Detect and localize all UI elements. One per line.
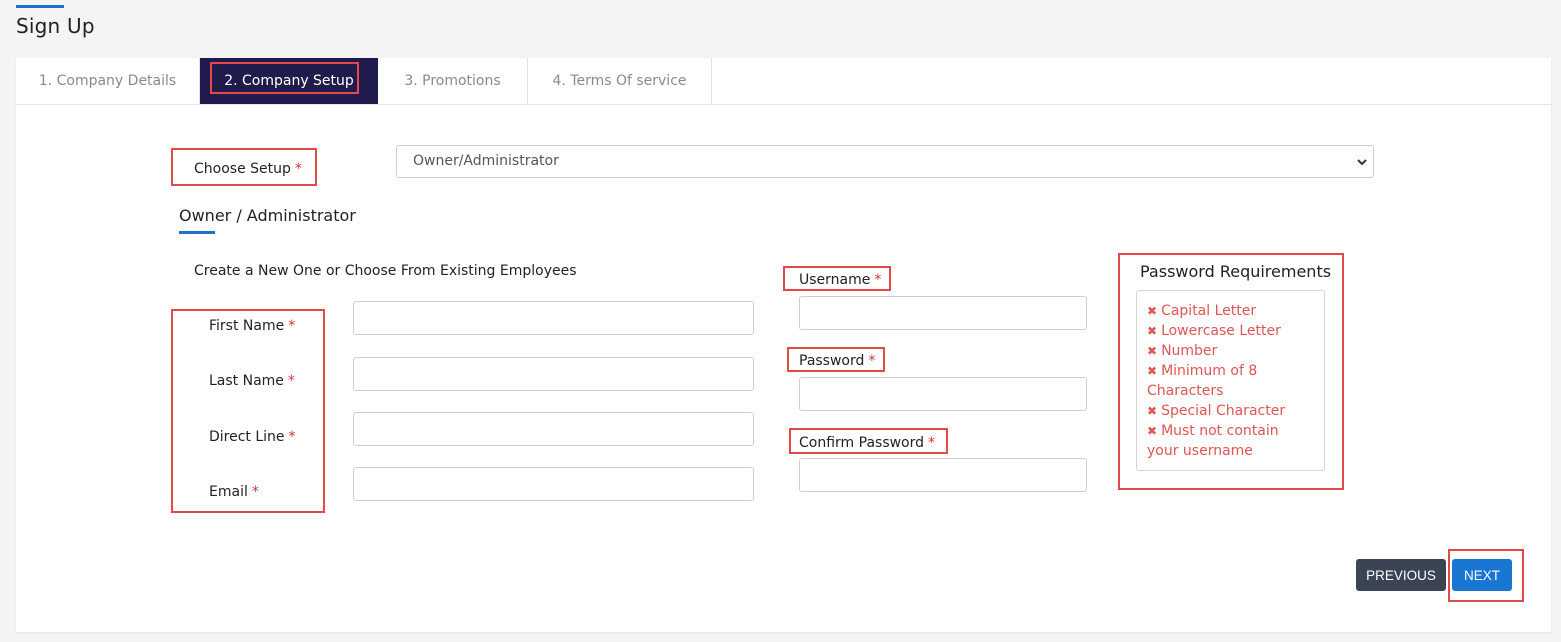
direct-line-label: Direct Line * bbox=[209, 429, 296, 445]
setup-select[interactable]: Owner/Administrator bbox=[396, 145, 1374, 178]
direct-line-field[interactable] bbox=[353, 412, 754, 446]
confirm-password-label: Confirm Password * bbox=[799, 435, 936, 451]
last-name-field[interactable] bbox=[353, 357, 754, 391]
password-requirements-title: Password Requirements bbox=[1140, 262, 1332, 281]
choose-setup-label: Choose Setup * bbox=[194, 161, 302, 177]
employees-hint: Create a New One or Choose From Existing… bbox=[194, 263, 577, 279]
x-icon: ✖ bbox=[1147, 364, 1158, 378]
requirement-item: ✖ Lowercase Letter bbox=[1147, 323, 1281, 339]
requirement-item: ✖ Minimum of 8 Characters bbox=[1147, 363, 1258, 399]
tab-terms-of-service[interactable]: 4. Terms Of service bbox=[528, 58, 712, 104]
first-name-label: First Name * bbox=[209, 318, 296, 334]
password-field[interactable] bbox=[799, 377, 1087, 411]
signup-card: 1. Company Details 2. Company Setup 3. P… bbox=[16, 58, 1551, 632]
email-field[interactable] bbox=[353, 467, 754, 501]
password-label: Password * bbox=[799, 353, 876, 369]
requirement-item: ✖ Must not contain your username bbox=[1147, 423, 1279, 459]
last-name-label: Last Name * bbox=[209, 373, 295, 389]
name-labels-highlight bbox=[171, 309, 325, 513]
title-accent-bar bbox=[16, 5, 64, 8]
x-icon: ✖ bbox=[1147, 324, 1158, 338]
confirm-password-field[interactable] bbox=[799, 458, 1087, 492]
first-name-field[interactable] bbox=[353, 301, 754, 335]
previous-button[interactable]: PREVIOUS bbox=[1356, 559, 1446, 591]
x-icon: ✖ bbox=[1147, 404, 1158, 418]
next-button[interactable]: NEXT bbox=[1452, 559, 1512, 591]
tab-highlight-box bbox=[210, 62, 359, 94]
requirement-item: ✖ Capital Letter bbox=[1147, 303, 1257, 319]
x-icon: ✖ bbox=[1147, 424, 1158, 438]
username-label: Username * bbox=[799, 272, 882, 288]
section-title: Owner / Administrator bbox=[179, 206, 356, 225]
username-field[interactable] bbox=[799, 296, 1087, 330]
password-requirements-list: ✖ Capital Letter ✖ Lowercase Letter ✖ Numbe… bbox=[1136, 290, 1325, 471]
tab-company-details[interactable]: 1. Company Details bbox=[16, 58, 200, 104]
tab-promotions[interactable]: 3. Promotions bbox=[378, 58, 528, 104]
wizard-tabs: 1. Company Details 2. Company Setup 3. P… bbox=[16, 58, 1551, 105]
chevron-down-icon bbox=[1357, 159, 1367, 166]
requirement-item: ✖ Special Character bbox=[1147, 403, 1286, 419]
x-icon: ✖ bbox=[1147, 304, 1158, 318]
page-title: Sign Up bbox=[16, 14, 95, 38]
x-icon: ✖ bbox=[1147, 344, 1158, 358]
section-underline bbox=[179, 231, 215, 234]
requirement-item: ✖ Number bbox=[1147, 343, 1218, 359]
email-label: Email * bbox=[209, 484, 259, 500]
